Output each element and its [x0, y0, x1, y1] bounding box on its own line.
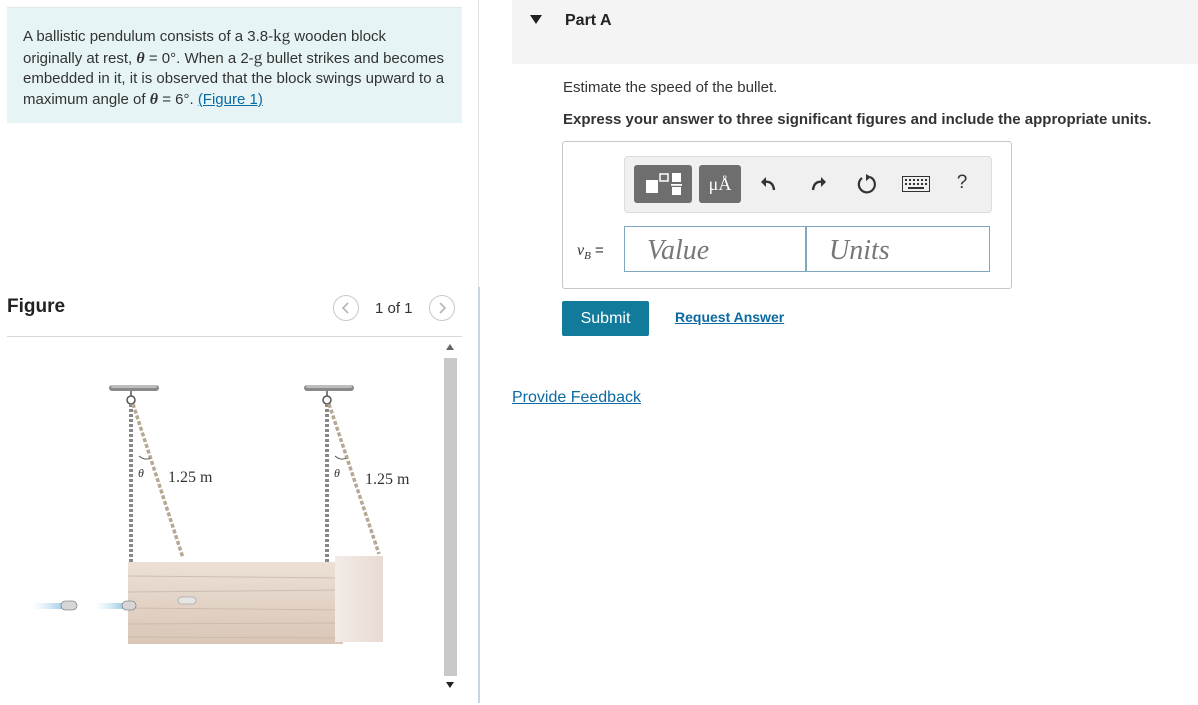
mass-unit: kg: [273, 26, 291, 45]
keyboard-button[interactable]: [901, 174, 931, 194]
figure-page-count: 1 of 1: [375, 300, 413, 317]
help-button[interactable]: ?: [950, 169, 974, 197]
scroll-up-button[interactable]: [441, 340, 459, 354]
answer-box: μÅ ? vB = Value Units: [562, 141, 1012, 289]
column-divider[interactable]: [478, 287, 480, 703]
scroll-down-button[interactable]: [441, 678, 459, 692]
figure-divider: [7, 336, 462, 337]
theta-symbol-2: θ: [149, 90, 159, 108]
request-answer-link[interactable]: Request Answer: [675, 309, 784, 325]
chevron-right-icon: [439, 302, 447, 314]
problem-text-3: = 0°. When a 2-: [144, 49, 254, 67]
units-input[interactable]: [806, 226, 990, 272]
problem-text-1: A ballistic pendulum consists of a 3.8-: [23, 28, 274, 45]
problem-text-5: = 6°.: [158, 90, 198, 108]
next-figure-button[interactable]: [429, 295, 455, 321]
equals-sign: =: [590, 242, 604, 259]
reset-button[interactable]: [854, 171, 880, 197]
chevron-left-icon: [341, 302, 349, 314]
figure-title: Figure: [7, 296, 66, 317]
figure-scrollbar[interactable]: [441, 340, 459, 694]
variable-label: vB =: [577, 242, 604, 262]
keyboard-icon: [902, 176, 930, 192]
part-a-header[interactable]: Part A: [512, 0, 1198, 64]
instruction-text: Express your answer to three significant…: [563, 111, 1152, 128]
figure-header: Figure 1 of 1: [7, 294, 462, 334]
reset-icon: [857, 174, 876, 194]
question-text: Estimate the speed of the bullet.: [563, 79, 778, 96]
undo-button[interactable]: [758, 171, 782, 195]
redo-icon: [811, 177, 826, 191]
variable-subscript: B: [584, 250, 591, 262]
scroll-thumb[interactable]: [444, 358, 457, 676]
units-button[interactable]: μÅ: [699, 165, 741, 203]
problem-statement: A ballistic pendulum consists of a 3.8-k…: [7, 7, 462, 123]
angle-label-right: θ: [334, 466, 340, 480]
pendulum-diagram: θ 1.25 m θ 1.25 m: [32, 385, 410, 644]
length-label-right: 1.25 m: [365, 471, 410, 488]
value-input[interactable]: [624, 226, 806, 272]
left-pendulum: [32, 385, 344, 644]
theta-symbol: θ: [136, 49, 145, 67]
length-label-left: 1.25 m: [168, 469, 213, 486]
submit-button[interactable]: Submit: [562, 301, 649, 336]
undo-icon: [761, 177, 776, 191]
redo-button[interactable]: [805, 171, 829, 195]
bullet-unit: g: [253, 47, 263, 67]
templates-button[interactable]: [634, 165, 692, 203]
angle-label-left: θ: [138, 466, 144, 480]
previous-figure-button[interactable]: [333, 295, 359, 321]
answer-toolbar: μÅ ?: [624, 156, 992, 213]
help-icon: ?: [956, 172, 968, 193]
caret-down-icon: [530, 15, 542, 24]
scroll-down-icon: [446, 682, 454, 688]
scroll-up-icon: [446, 344, 454, 350]
figure-link[interactable]: (Figure 1): [198, 91, 263, 108]
pendulum-figure: θ 1.25 m θ 1.25 m: [7, 340, 437, 700]
provide-feedback-link[interactable]: Provide Feedback: [512, 389, 641, 407]
column-divider-top: [478, 0, 479, 287]
part-title: Part A: [565, 12, 612, 29]
templates-icon: [646, 173, 682, 195]
